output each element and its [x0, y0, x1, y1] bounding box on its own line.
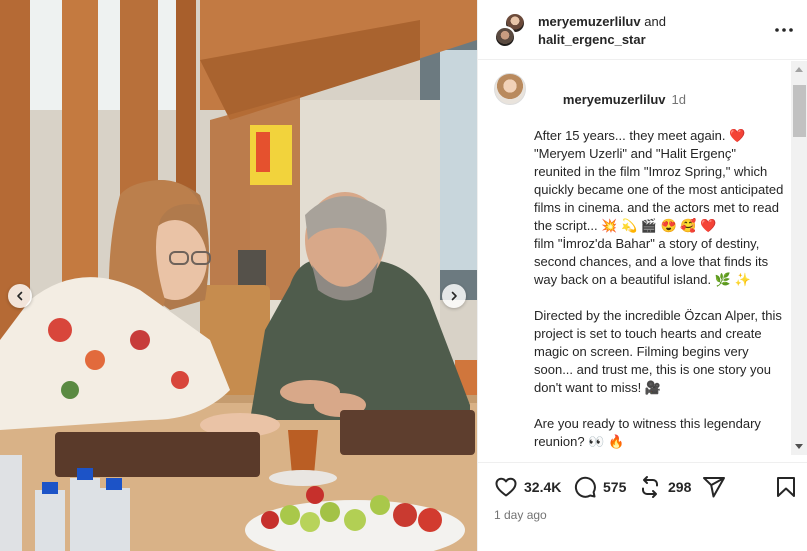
chevron-right-icon [451, 291, 457, 301]
post-panel: meryemuzerliluv and halit_ergenc_star me… [477, 0, 807, 551]
more-icon [775, 28, 793, 32]
comment-count[interactable]: 575 [603, 479, 626, 495]
caption-text: film "İmroz'da Bahar" a story of destiny… [534, 236, 772, 287]
like-button[interactable]: 32.4K [494, 475, 561, 499]
scroll-up-icon[interactable] [795, 67, 803, 72]
collab-avatars[interactable] [494, 12, 526, 48]
comment-button[interactable]: 575 [573, 475, 626, 499]
share-icon [703, 477, 725, 498]
carousel-prev-button[interactable] [8, 284, 32, 308]
carousel-next-button[interactable] [442, 284, 466, 308]
collaborator-username-link[interactable]: halit_ergenc_star [538, 32, 646, 47]
post-header: meryemuzerliluv and halit_ergenc_star [478, 0, 807, 60]
repost-count[interactable]: 298 [668, 479, 691, 495]
more-options-button[interactable] [774, 20, 794, 40]
post-photo [0, 0, 477, 551]
comments-scroll-area[interactable]: meryemuzerliluv 1d After 15 years... they… [478, 61, 807, 455]
scroll-down-icon[interactable] [795, 444, 803, 449]
bookmark-icon [777, 477, 795, 497]
caption-text: Directed by the incredible Özcan Alper, … [534, 308, 786, 395]
post-media[interactable] [0, 0, 477, 551]
author-conjunction: and [644, 14, 666, 29]
post-caption: meryemuzerliluv 1d After 15 years... they… [534, 73, 786, 451]
post-actions: 32.4K 575 298 [478, 462, 807, 512]
post-authors: meryemuzerliluv and halit_ergenc_star [538, 13, 666, 49]
save-button[interactable] [774, 475, 798, 499]
post-timestamp[interactable]: 1 day ago [494, 508, 547, 522]
repost-button[interactable]: 298 [638, 475, 691, 499]
avatar[interactable] [494, 73, 526, 105]
heart-icon [495, 477, 517, 497]
scrollbar-thumb[interactable] [793, 85, 806, 137]
caption-time: 1d [671, 92, 686, 107]
share-button[interactable] [702, 475, 726, 499]
caption-username-link[interactable]: meryemuzerliluv [563, 92, 666, 107]
repost-icon [642, 476, 658, 498]
caption-text: After 15 years... they meet again. ❤️ "M… [534, 128, 787, 233]
author-username-link[interactable]: meryemuzerliluv [538, 14, 641, 29]
caption-text: Are you ready to witness this legendary … [534, 416, 765, 449]
avatar[interactable] [494, 26, 516, 48]
comment-icon [574, 476, 596, 498]
like-count[interactable]: 32.4K [524, 479, 561, 495]
scrollbar[interactable] [791, 61, 807, 455]
chevron-left-icon [17, 291, 23, 301]
